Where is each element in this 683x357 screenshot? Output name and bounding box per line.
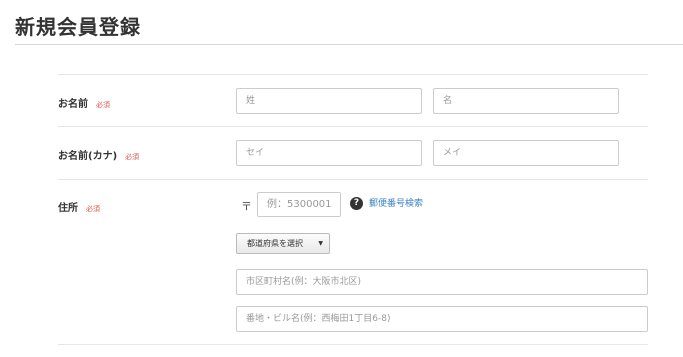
first-name-input[interactable] — [433, 88, 619, 114]
kana-label: お名前(カナ) 必須 — [58, 147, 139, 162]
last-name-kana-input[interactable] — [236, 140, 422, 166]
last-name-input[interactable] — [236, 88, 422, 114]
row-divider — [58, 179, 648, 180]
prefecture-select[interactable]: 都道府県を選択 ▼ — [236, 233, 330, 254]
prefecture-select-value: 都道府県を選択 — [247, 239, 303, 248]
city-input[interactable] — [236, 269, 648, 295]
postal-mark: 〒 — [241, 200, 252, 213]
row-divider — [58, 74, 648, 75]
address-label: 住所 必須 — [58, 199, 100, 214]
required-badge: 必須 — [125, 153, 140, 161]
row-divider — [58, 344, 648, 345]
question-circle-icon[interactable]: ? — [350, 197, 363, 210]
row-divider — [58, 126, 648, 127]
name-label: お名前 必須 — [58, 95, 110, 110]
required-badge: 必須 — [86, 205, 100, 213]
postal-code-input[interactable] — [257, 192, 341, 217]
page-title: 新規会員登録 — [15, 15, 141, 39]
caret-down-icon: ▼ — [318, 240, 323, 247]
postal-code-search-link[interactable]: 郵便番号検索 — [369, 196, 423, 209]
kana-label-text: お名前(カナ) — [58, 151, 118, 162]
required-badge: 必須 — [96, 101, 110, 109]
title-divider — [15, 44, 683, 45]
first-name-kana-input[interactable] — [433, 140, 619, 166]
street-input[interactable] — [236, 306, 648, 332]
address-label-text: 住所 — [58, 203, 78, 214]
name-label-text: お名前 — [58, 99, 88, 110]
